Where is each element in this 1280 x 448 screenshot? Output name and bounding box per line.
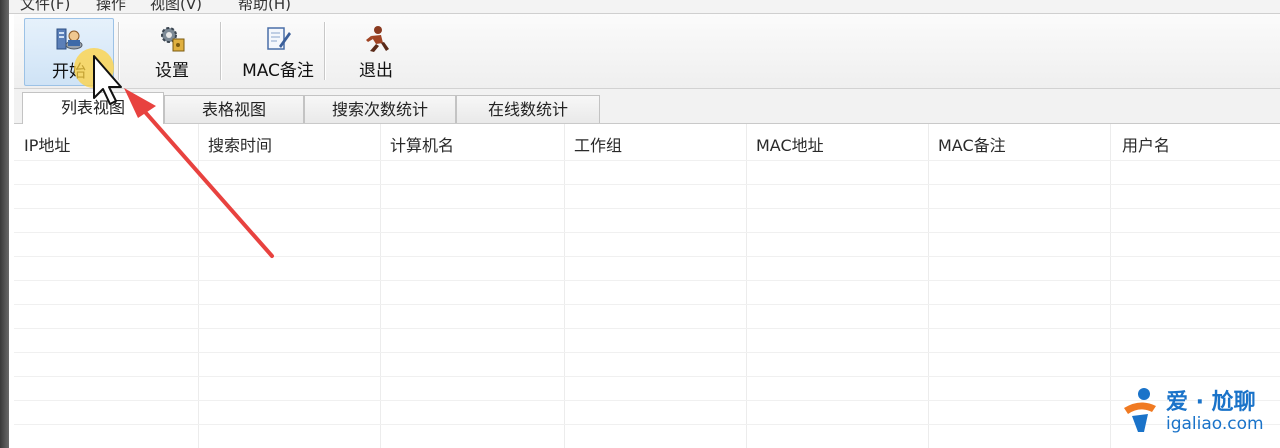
grid-line <box>14 160 1280 161</box>
watermark-logo-icon <box>1124 388 1156 432</box>
grid-line <box>14 184 1280 185</box>
start-button-label: 开始 <box>52 62 86 82</box>
settings-button[interactable]: 设置 <box>132 18 212 84</box>
grid-line <box>14 208 1280 209</box>
menu-file[interactable]: 文件(F) <box>20 0 70 13</box>
toolbar-separator <box>324 22 325 80</box>
tab-table-view[interactable]: 表格视图 <box>164 95 304 123</box>
toolbar: 开始 设置 MAC备注 退出 <box>14 14 1280 89</box>
tab-search-count[interactable]: 搜索次数统计 <box>304 95 456 123</box>
toolbar-separator <box>220 22 221 80</box>
exit-runner-icon <box>361 24 391 54</box>
grid-line <box>14 352 1280 353</box>
mac-note-button[interactable]: MAC备注 <box>230 18 326 84</box>
gear-icon <box>157 24 187 54</box>
menu-operate[interactable]: 操作 <box>96 0 126 13</box>
tab-list-view[interactable]: 列表视图 <box>22 92 164 124</box>
menu-view[interactable]: 视图(V) <box>150 0 202 13</box>
menu-help[interactable]: 帮助(H) <box>238 0 291 13</box>
column-header-mac-address[interactable]: MAC地址 <box>756 132 824 156</box>
start-button[interactable]: 开始 <box>24 18 114 86</box>
exit-button-label: 退出 <box>359 61 393 81</box>
menu-bar: 文件(F) 操作 视图(V) 帮助(H) <box>0 0 1280 14</box>
grid-line <box>14 424 1280 425</box>
grid-line <box>14 256 1280 257</box>
start-scan-icon <box>54 25 84 55</box>
column-header-computer-name[interactable]: 计算机名 <box>390 132 454 156</box>
column-header-ip[interactable]: IP地址 <box>24 132 70 156</box>
note-edit-icon <box>263 24 293 54</box>
grid-line <box>14 304 1280 305</box>
watermark-brand: 爱 · 尬聊 <box>1166 390 1256 415</box>
grid-line <box>14 280 1280 281</box>
grid-line <box>14 328 1280 329</box>
settings-button-label: 设置 <box>155 61 189 81</box>
watermark: 爱 · 尬聊 igaliao.com <box>1118 382 1274 442</box>
toolbar-separator <box>118 22 119 80</box>
grid-line <box>14 232 1280 233</box>
grid-line <box>14 376 1280 377</box>
exit-button[interactable]: 退出 <box>338 18 414 84</box>
mac-note-button-label: MAC备注 <box>242 61 314 81</box>
tab-bar: 列表视图 表格视图 搜索次数统计 在线数统计 <box>14 89 1280 124</box>
watermark-url: igaliao.com <box>1166 414 1264 434</box>
tab-online-count[interactable]: 在线数统计 <box>456 95 600 123</box>
column-header-username[interactable]: 用户名 <box>1122 132 1170 156</box>
grid-line <box>14 400 1280 401</box>
window-frame-left <box>0 0 9 448</box>
results-list[interactable]: IP地址 搜索时间 计算机名 工作组 MAC地址 MAC备注 用户名 <box>14 124 1280 448</box>
column-header-search-time[interactable]: 搜索时间 <box>208 132 272 156</box>
column-header-workgroup[interactable]: 工作组 <box>574 132 622 156</box>
column-header-mac-note[interactable]: MAC备注 <box>938 132 1006 156</box>
